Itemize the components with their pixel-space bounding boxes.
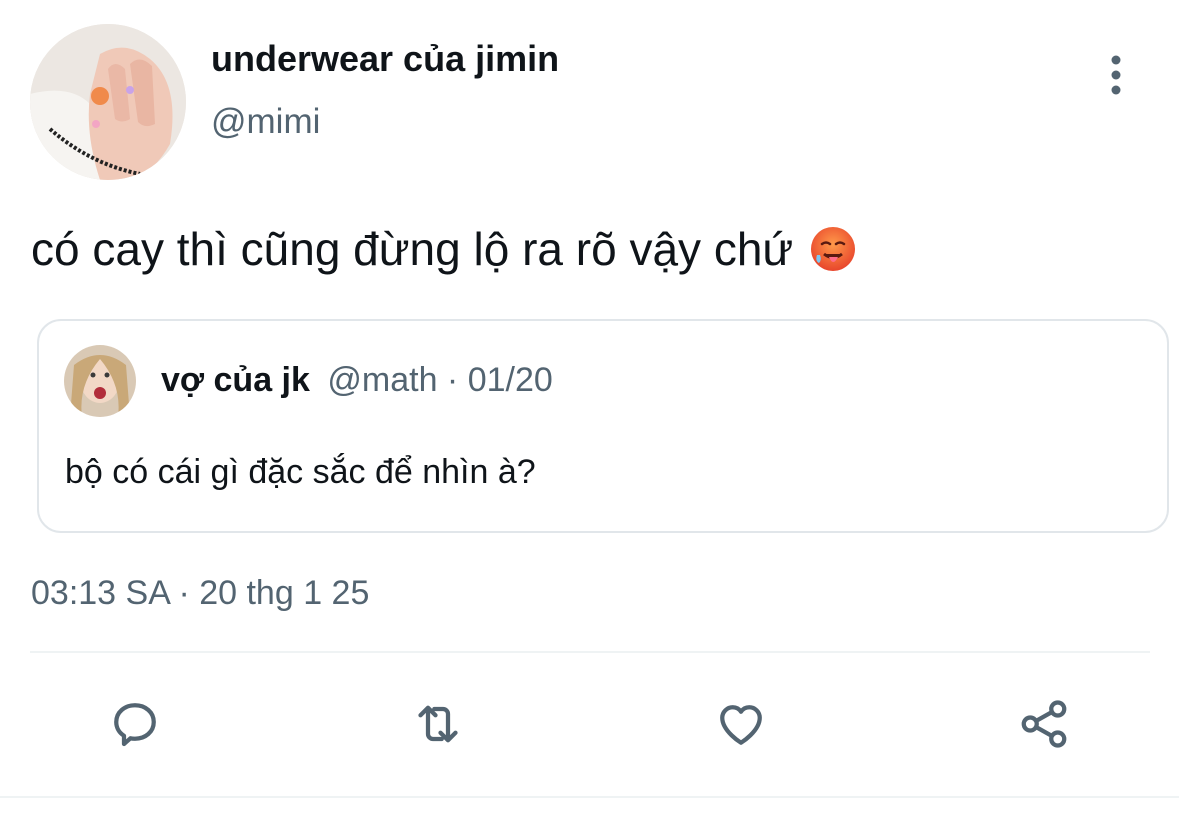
hot-face-emoji-icon <box>809 225 857 273</box>
tweet-timestamp[interactable]: 03:13 SA · 20 thg 1 25 <box>31 574 369 613</box>
retweet-button[interactable] <box>406 692 470 756</box>
quoted-tweet-header: vợ của jk @math · 01/20 <box>161 361 553 400</box>
tweet-body: có cay thì cũng đừng lộ ra rõ vậy chứ <box>31 222 857 276</box>
like-icon <box>720 705 762 745</box>
author-handle[interactable]: @mimi <box>211 102 320 142</box>
retweet-icon <box>418 705 458 743</box>
reply-icon <box>114 703 156 747</box>
more-options-button[interactable] <box>1096 54 1136 98</box>
author-avatar[interactable] <box>30 24 186 180</box>
more-vertical-icon <box>1111 55 1121 95</box>
bottom-divider <box>0 796 1179 798</box>
quoted-avatar-photo <box>64 345 136 417</box>
author-display-name[interactable]: underwear của jimin <box>211 38 559 80</box>
quoted-author-name[interactable]: vợ của jk <box>161 361 310 399</box>
quoted-author-meta: @math · 01/20 <box>327 361 553 399</box>
quoted-tweet-text: bộ có cái gì đặc sắc để nhìn à? <box>65 453 536 491</box>
share-icon <box>1021 700 1067 748</box>
avatar-photo <box>30 24 186 180</box>
share-button[interactable] <box>1012 692 1076 756</box>
tweet-text: có cay thì cũng đừng lộ ra rõ vậy chứ <box>31 223 794 275</box>
like-button[interactable] <box>709 692 773 756</box>
divider <box>30 651 1150 653</box>
quoted-tweet-card[interactable]: vợ của jk @math · 01/20 bộ có cái gì đặc… <box>37 319 1169 533</box>
quoted-author-avatar[interactable] <box>64 345 136 417</box>
reply-button[interactable] <box>103 692 167 756</box>
